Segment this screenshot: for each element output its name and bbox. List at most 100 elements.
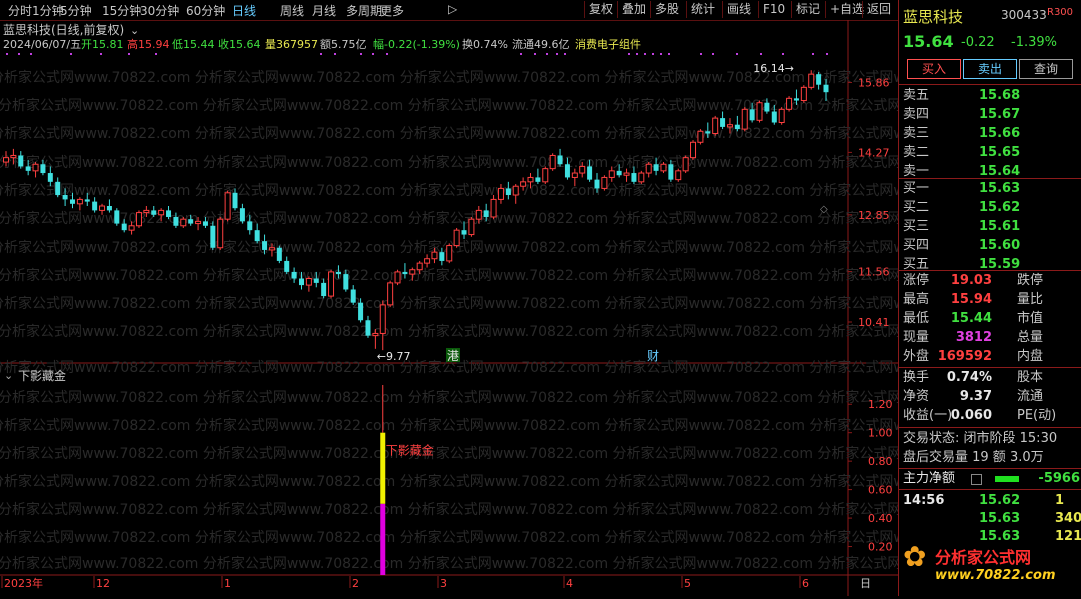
candle-body <box>32 163 39 172</box>
candle-body <box>631 173 637 182</box>
bid-row-value: 15.60 <box>979 238 1021 253</box>
candle-body <box>535 177 541 182</box>
candle-body <box>305 278 312 286</box>
price-axis-label: 12.85 <box>858 209 890 222</box>
period-tab-9[interactable]: 多周期 <box>346 2 382 19</box>
toolbar-button-8[interactable]: 返回 <box>862 1 895 18</box>
marker-dot <box>782 53 784 55</box>
stat2-row-label: 换手 <box>903 370 930 385</box>
low-annotation: ←9.77 <box>377 350 411 363</box>
toolbar-button-5[interactable]: F10 <box>758 1 789 18</box>
stat2-row: 净资 9.37 流通 <box>899 388 1081 406</box>
candle-body <box>557 155 563 165</box>
marker-dot <box>334 53 336 55</box>
stat-row-value: 15.44 <box>950 311 992 326</box>
ask-row: 卖二 15.65 <box>899 144 1081 162</box>
header-field-3: 低15.44 <box>172 38 215 51</box>
candle-body <box>475 209 482 220</box>
buy-button[interactable]: 买入 <box>907 59 961 79</box>
indicator-axis-label: 1.20 <box>868 398 893 411</box>
stat-row: 现量 3812 总量 <box>899 329 1081 347</box>
marker-dot <box>760 53 762 55</box>
chart-area[interactable]: 分析家公式网www.70822.com 分析家公式网www.70822.com … <box>0 20 1018 596</box>
period-tab-10[interactable]: 更多 <box>380 2 404 19</box>
stat-row-value: 19.03 <box>950 273 992 288</box>
marker-dot <box>360 53 362 55</box>
period-tab-5[interactable]: 60分钟 <box>186 2 225 19</box>
marker-dot <box>812 53 814 55</box>
candle-body <box>121 223 127 231</box>
watermark-text: 分析家公式网www.70822.com 分析家公式网www.70822.com … <box>0 210 898 227</box>
sell-button[interactable]: 卖出 <box>963 59 1017 79</box>
period-tab-4[interactable]: 30分钟 <box>140 2 179 19</box>
marker-dot <box>100 53 102 55</box>
candle-body <box>99 205 106 211</box>
indicator-title: 下影藏金 <box>18 368 66 383</box>
main-flow-row[interactable]: 主力净额 -5966 <box>899 470 1081 488</box>
candle-body <box>321 282 327 297</box>
marker-dot <box>320 53 322 55</box>
badge-cai[interactable]: 财 <box>647 349 659 363</box>
header-field-4: 收15.64 <box>218 37 261 51</box>
toolbar-button-6[interactable]: 标记 <box>791 1 824 18</box>
candle-body <box>69 199 75 204</box>
candle-body <box>151 210 157 215</box>
bid-row: 买一 15.63 <box>899 180 1081 198</box>
after-hours: 盘后交易量 19 额 3.0万 <box>903 450 1044 465</box>
candle-body <box>365 320 371 336</box>
tick-row: 14:56 15.62 1 <box>899 492 1081 510</box>
toolbar-button-3[interactable]: 统计 <box>686 1 719 18</box>
candle-body <box>520 181 527 187</box>
toolbar-button-0[interactable]: 复权 <box>584 1 617 18</box>
period-tab-7[interactable]: 周线 <box>280 2 304 19</box>
marker-dot <box>644 53 646 55</box>
header-field-8: 换0.74% <box>462 37 508 51</box>
stock-name: 蓝思科技 <box>903 8 964 26</box>
candle-body <box>358 302 364 321</box>
toolbar-button-1[interactable]: 叠加 <box>617 1 650 18</box>
period-tab-0[interactable]: 分时 <box>8 2 32 19</box>
candle-body <box>180 218 187 227</box>
candle-body <box>424 258 431 264</box>
candle-body <box>239 208 245 222</box>
flower-logo-icon: ✿ <box>903 540 927 573</box>
marker-dot <box>372 53 374 55</box>
kline-chart[interactable]: 分析家公式网www.70822.com 分析家公式网www.70822.com … <box>0 20 1018 596</box>
after-hours-row: 盘后交易量 19 额 3.0万 <box>899 449 1081 467</box>
candle-body <box>128 225 135 231</box>
candle-body <box>786 97 793 110</box>
candle-body <box>741 108 748 130</box>
period-tab-8[interactable]: 月线 <box>312 2 336 19</box>
header-field-7: 幅-0.22(-1.39%) <box>373 38 460 51</box>
period-tab-3[interactable]: 15分钟 <box>102 2 141 19</box>
watermark-text: 分析家公式网www.70822.com 分析家公式网www.70822.com … <box>0 501 898 518</box>
indicator-chevron-icon[interactable]: ⌄ <box>4 369 13 382</box>
stat2-row-label2: PE(动) <box>1017 408 1057 423</box>
candle-body <box>749 109 755 121</box>
header-field-5: 量367957 <box>265 38 318 51</box>
list-icon[interactable] <box>971 474 982 485</box>
period-tab-1[interactable]: 1分钟 <box>32 2 64 19</box>
period-tab-6[interactable]: 日线 <box>232 2 256 19</box>
candle-body <box>379 304 386 334</box>
candle-body <box>268 247 275 251</box>
period-tab-2[interactable]: 5分钟 <box>60 2 92 19</box>
header-field-6: 额5.75亿 <box>320 38 367 51</box>
stat-row: 涨停 19.03 跌停 <box>899 272 1081 290</box>
more-arrow-icon[interactable]: ▷ <box>448 2 457 16</box>
marker-dot <box>70 53 72 55</box>
watermark-text: 分析家公式网www.70822.com 分析家公式网www.70822.com … <box>0 473 898 490</box>
signal-label: 下影藏金 <box>386 443 434 458</box>
stat-row-value: 169592 <box>937 349 992 364</box>
badge-gang[interactable]: 港 <box>447 349 459 363</box>
candle-body <box>764 102 770 112</box>
chart-title: 蓝思科技(日线,前复权) <box>3 22 124 37</box>
candle-body <box>3 157 9 163</box>
query-button[interactable]: 查询 <box>1019 59 1073 79</box>
toolbar-button-2[interactable]: 多股 <box>650 1 683 18</box>
trade-status: 交易状态: 闭市阶段 15:30 <box>903 431 1058 446</box>
toolbar-button-4[interactable]: 画线 <box>722 1 755 18</box>
candle-body <box>461 230 467 235</box>
candle-body <box>712 117 719 134</box>
chevron-down-icon[interactable]: ⌄ <box>130 24 139 37</box>
